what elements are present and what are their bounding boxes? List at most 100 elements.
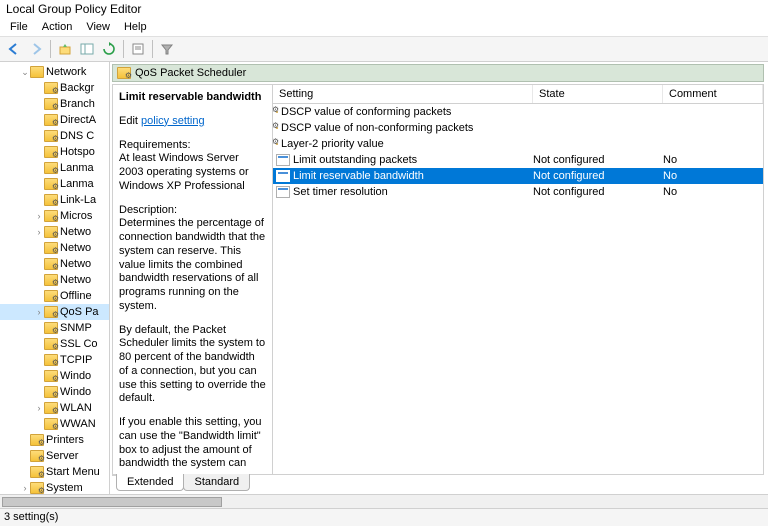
folder-gear-icon [44,354,58,366]
tree-caret-icon[interactable]: › [34,403,44,413]
tree-caret-icon[interactable]: › [34,307,44,317]
tree-node[interactable]: Branch [0,96,109,112]
tree-node-label: Lanma [60,162,94,174]
settings-list-rows[interactable]: DSCP value of conforming packetsDSCP val… [273,104,763,474]
tree-node-label: Windo [60,370,91,382]
refresh-button[interactable] [99,39,119,59]
folder-gear-icon [44,194,58,206]
tree-node-label: DirectA [60,114,96,126]
description-p3: If you enable this setting, you can use … [119,416,266,474]
tree-caret-icon[interactable]: › [34,211,44,221]
tree-node[interactable]: Windo [0,368,109,384]
forward-button[interactable] [26,39,46,59]
tree-node-label: TCPIP [60,354,92,366]
tree-node[interactable]: ›System [0,480,109,494]
menu-help[interactable]: Help [118,19,153,35]
menu-action[interactable]: Action [36,19,79,35]
tree-node[interactable]: SSL Co [0,336,109,352]
status-bar: 3 setting(s) [0,508,768,526]
tree-node[interactable]: ›Netwo [0,224,109,240]
tree-node[interactable]: WWAN [0,416,109,432]
tree-node[interactable]: Link-La [0,192,109,208]
folder-gear-icon [44,258,58,270]
tree-node[interactable]: Server [0,448,109,464]
settings-row[interactable]: Limit outstanding packetsNot configuredN… [273,152,763,168]
folder-gear-icon [44,290,58,302]
policy-setting-icon [276,154,290,166]
show-hide-tree-button[interactable] [77,39,97,59]
folder-gear-icon [44,210,58,222]
setting-label: Layer-2 priority value [281,138,533,150]
folder-gear-icon [44,98,58,110]
tree-node[interactable]: Printers [0,432,109,448]
scrollbar-thumb[interactable] [2,497,222,507]
setting-state: Not configured [533,154,663,166]
tab-standard[interactable]: Standard [183,474,250,491]
tree-node[interactable]: Lanma [0,176,109,192]
tree-node[interactable]: Hotspo [0,144,109,160]
back-button[interactable] [4,39,24,59]
tree-node[interactable]: Backgr [0,80,109,96]
tree-caret-icon[interactable]: › [20,483,30,493]
toolbar-separator [123,40,124,58]
requirements-block: Requirements: At least Windows Server 20… [119,139,266,194]
folder-gear-icon [44,322,58,334]
folder-gear-icon [44,418,58,430]
menu-file[interactable]: File [4,19,34,35]
settings-row[interactable]: DSCP value of non-conforming packets [273,120,763,136]
tree-node-label: DNS C [60,130,94,142]
tree-node[interactable]: › WLAN [0,400,109,416]
folder-gear-icon [276,143,278,145]
content-header: QoS Packet Scheduler [112,64,764,82]
tree-node[interactable]: Offline [0,288,109,304]
tree-node-label: SNMP [60,322,92,334]
settings-list-header[interactable]: Setting State Comment [273,85,763,104]
tree-node[interactable]: Lanma [0,160,109,176]
description-pane: Limit reservable bandwidth Edit policy s… [113,85,273,474]
tree-caret-icon[interactable]: › [34,227,44,237]
tree-node[interactable]: ›Micros [0,208,109,224]
tree-node-label: Windo [60,386,91,398]
tree-node-label: Link-La [60,194,96,206]
tree-node[interactable]: Netwo [0,256,109,272]
tree-node-label: WWAN [60,418,96,430]
tree-node[interactable]: TCPIP [0,352,109,368]
edit-policy-link[interactable]: policy setting [141,115,205,127]
setting-label: Limit reservable bandwidth [293,170,533,182]
description-block: Description: Determines the percentage o… [119,204,266,314]
horizontal-scrollbar[interactable] [0,494,768,508]
tree-node-label: WLAN [60,402,92,414]
tree-node[interactable]: Start Menu [0,464,109,480]
folder-gear-icon [276,111,278,113]
tree-node[interactable]: Netwo [0,240,109,256]
tree-node[interactable]: ›QoS Pa [0,304,109,320]
properties-button[interactable] [128,39,148,59]
folder-gear-icon [44,82,58,94]
folder-gear-icon [44,370,58,382]
menu-view[interactable]: View [80,19,116,35]
tree-node-label: Offline [60,290,92,302]
tree-node[interactable]: DNS C [0,128,109,144]
tree-node[interactable]: DirectA [0,112,109,128]
tree-node[interactable]: ⌄Network [0,64,109,80]
tab-extended[interactable]: Extended [116,474,184,491]
col-comment[interactable]: Comment [663,85,763,103]
settings-row[interactable]: Limit reservable bandwidthNot configured… [273,168,763,184]
setting-comment: No [663,170,763,182]
folder-gear-icon [44,114,58,126]
col-state[interactable]: State [533,85,663,103]
filter-button[interactable] [157,39,177,59]
settings-row[interactable]: DSCP value of conforming packets [273,104,763,120]
folder-gear-icon [44,178,58,190]
tree-node-label: Start Menu [46,466,100,478]
nav-tree[interactable]: ⌄NetworkBackgrBranch DirectA DNS C Hotspo La… [0,62,110,494]
tree-caret-icon[interactable]: ⌄ [20,67,30,78]
col-setting[interactable]: Setting [273,85,533,103]
up-button[interactable] [55,39,75,59]
tree-node[interactable]: Windo [0,384,109,400]
tree-node[interactable]: SNMP [0,320,109,336]
settings-row[interactable]: Layer-2 priority value [273,136,763,152]
tree-node[interactable]: Netwo [0,272,109,288]
settings-row[interactable]: Set timer resolutionNot configuredNo [273,184,763,200]
folder-gear-icon [44,226,58,238]
